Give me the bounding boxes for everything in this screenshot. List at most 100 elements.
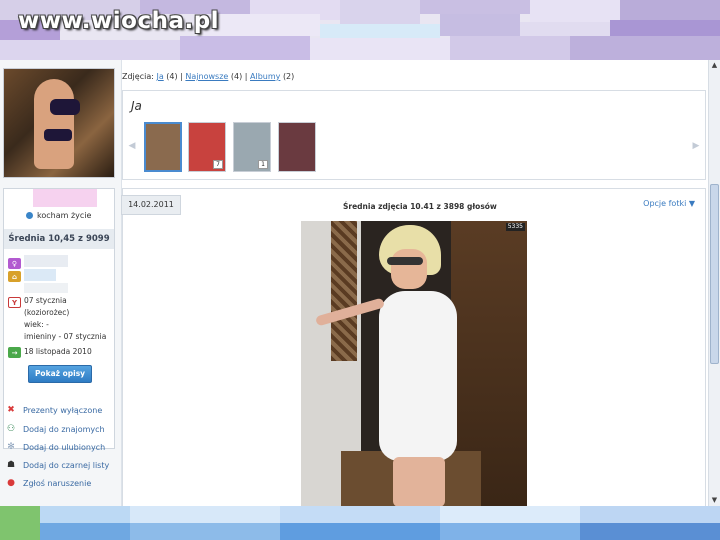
taskbar-pixel: [440, 506, 580, 523]
action-gifts-disabled[interactable]: ✖ Prezenty wyłączone: [5, 404, 102, 416]
gallery-thumb[interactable]: 1: [233, 122, 271, 172]
blurred-info: [24, 283, 68, 293]
status-row: kocham życie: [26, 211, 91, 220]
vertical-scrollbar[interactable]: ▲ ▼: [708, 60, 720, 506]
taskbar-pixel: [280, 523, 440, 540]
taskbar-pixel: [40, 523, 130, 540]
gallery-title: Ja: [131, 99, 142, 113]
taskbar-pixel: [440, 523, 580, 540]
photo-figure: [393, 457, 445, 507]
banner-pixel: [530, 0, 620, 22]
gallery-thumb[interactable]: [144, 122, 182, 172]
breadcrumb-separator: |: [244, 72, 248, 81]
banner-pixel: [310, 38, 450, 60]
main-photo[interactable]: 5335: [301, 221, 527, 507]
link-me[interactable]: Ja: [156, 72, 163, 81]
username-blurred: [33, 189, 97, 207]
photo-average: Średnia zdjęcia 10.41 z 3898 głosów: [343, 202, 497, 211]
banner-pixel: [180, 36, 310, 60]
birthday-date: 07 stycznia: [24, 296, 67, 305]
photo-figure: [379, 291, 457, 461]
profile-sidebar: kocham życie Średnia 10,45 z 9099 ♀ ⌂ Y …: [0, 60, 122, 506]
x-icon: ✖: [7, 405, 15, 415]
banner-pixel: [620, 0, 720, 20]
joined-date: 18 listopada 2010: [24, 347, 92, 356]
photo-detail: [331, 221, 357, 361]
taskbar-pixel: [130, 523, 280, 540]
scrollbar-thumb[interactable]: [710, 184, 719, 364]
action-add-favorites[interactable]: ✻ Dodaj do ulubionych: [5, 441, 105, 453]
thumb-counter: 7: [213, 160, 223, 169]
action-label: Prezenty wyłączone: [23, 405, 103, 415]
banner-pixel: [340, 0, 420, 24]
photo-date: 14.02.2011: [121, 195, 181, 215]
avatar-figure: [34, 79, 74, 169]
action-report[interactable]: ● Zgłoś naruszenie: [5, 477, 91, 489]
gender-icon: ♀: [8, 258, 21, 269]
breadcrumb-prefix: Zdjęcia:: [122, 72, 154, 81]
banner-pixel: [610, 20, 720, 36]
main-content: Zdjęcia: Ja (4) | Najnowsze (4) | Albumy…: [121, 60, 708, 507]
thumb-counter: 1: [258, 160, 268, 169]
page-root: www.wiocha.pl kocham życie Średnia 10,45…: [0, 0, 720, 540]
breadcrumb-separator: |: [180, 72, 183, 81]
profile-average: Średnia 10,45 z 9099: [4, 229, 114, 249]
gallery-thumb[interactable]: 7: [188, 122, 226, 172]
count-me: (4): [166, 72, 178, 81]
scroll-up-icon[interactable]: ▲: [709, 60, 720, 71]
avatar-figure-detail: [50, 99, 80, 115]
chevron-right-icon[interactable]: ▶: [691, 141, 701, 151]
chevron-left-icon[interactable]: ◀: [127, 141, 137, 151]
photo-options-link[interactable]: Opcje fotki ▼: [643, 199, 695, 208]
nameday-value: imieniny - 07 stycznia: [24, 332, 107, 341]
birthday-icon: Y: [8, 297, 21, 308]
taskbar-pixel: [130, 506, 280, 523]
banner-pixel: [320, 24, 440, 38]
joined-arrow-icon: →: [8, 347, 21, 358]
show-descriptions-button[interactable]: Pokaż opisy: [28, 365, 92, 383]
action-label: Dodaj do znajomych: [23, 424, 105, 434]
banner-pixel: [520, 22, 610, 36]
blurred-info: [24, 255, 68, 267]
status-text: kocham życie: [37, 211, 92, 220]
add-friend-icon: ⚇: [6, 424, 16, 434]
taskbar-pixel: [40, 506, 130, 523]
banner-pixel: [0, 40, 180, 60]
action-label: Zgłoś naruszenie: [23, 478, 92, 488]
star-icon: ✻: [7, 442, 15, 452]
zodiac-sign: (koziorożec): [24, 308, 70, 317]
banner-pixel: [450, 36, 570, 60]
taskbar-pixel: [580, 506, 720, 523]
action-label: Dodaj do ulubionych: [23, 442, 106, 452]
photo-badge: 5335: [505, 223, 525, 231]
blurred-info: [24, 269, 56, 281]
top-banner: www.wiocha.pl: [0, 0, 720, 60]
scroll-down-icon[interactable]: ▼: [709, 495, 720, 506]
action-add-blacklist[interactable]: ☗ Dodaj do czarnej listy: [5, 459, 109, 471]
taskbar-pixel: [580, 523, 720, 540]
bottom-taskbar: [0, 506, 720, 540]
avatar-figure-detail: [44, 129, 72, 141]
profile-avatar[interactable]: [3, 68, 115, 178]
banner-pixel: [440, 14, 520, 36]
count-newest: (4): [230, 72, 243, 81]
photo-figure: [391, 249, 427, 289]
location-icon: ⌂: [8, 271, 21, 282]
photo-figure: [387, 257, 423, 265]
taskbar-pixel: [280, 506, 440, 523]
age-value: wiek: -: [24, 320, 49, 329]
banner-pixel: [570, 36, 720, 60]
status-icon: [26, 212, 33, 219]
action-add-friend[interactable]: ⚇ Dodaj do znajomych: [5, 423, 105, 435]
taskbar-pixel: [0, 506, 40, 540]
blacklist-icon: ☗: [6, 460, 16, 470]
photo-panel: 14.02.2011 Średnia zdjęcia 10.41 z 3898 …: [121, 188, 706, 507]
link-newest[interactable]: Najnowsze: [185, 72, 228, 81]
action-label: Dodaj do czarnej listy: [23, 460, 110, 470]
gallery-thumb[interactable]: [278, 122, 316, 172]
link-albums[interactable]: Albumy: [250, 72, 280, 81]
banner-pixel: [420, 0, 530, 14]
count-albums: (2): [282, 72, 295, 81]
warning-icon: ●: [7, 478, 15, 488]
photos-breadcrumb: Zdjęcia: Ja (4) | Najnowsze (4) | Albumy…: [122, 72, 294, 81]
